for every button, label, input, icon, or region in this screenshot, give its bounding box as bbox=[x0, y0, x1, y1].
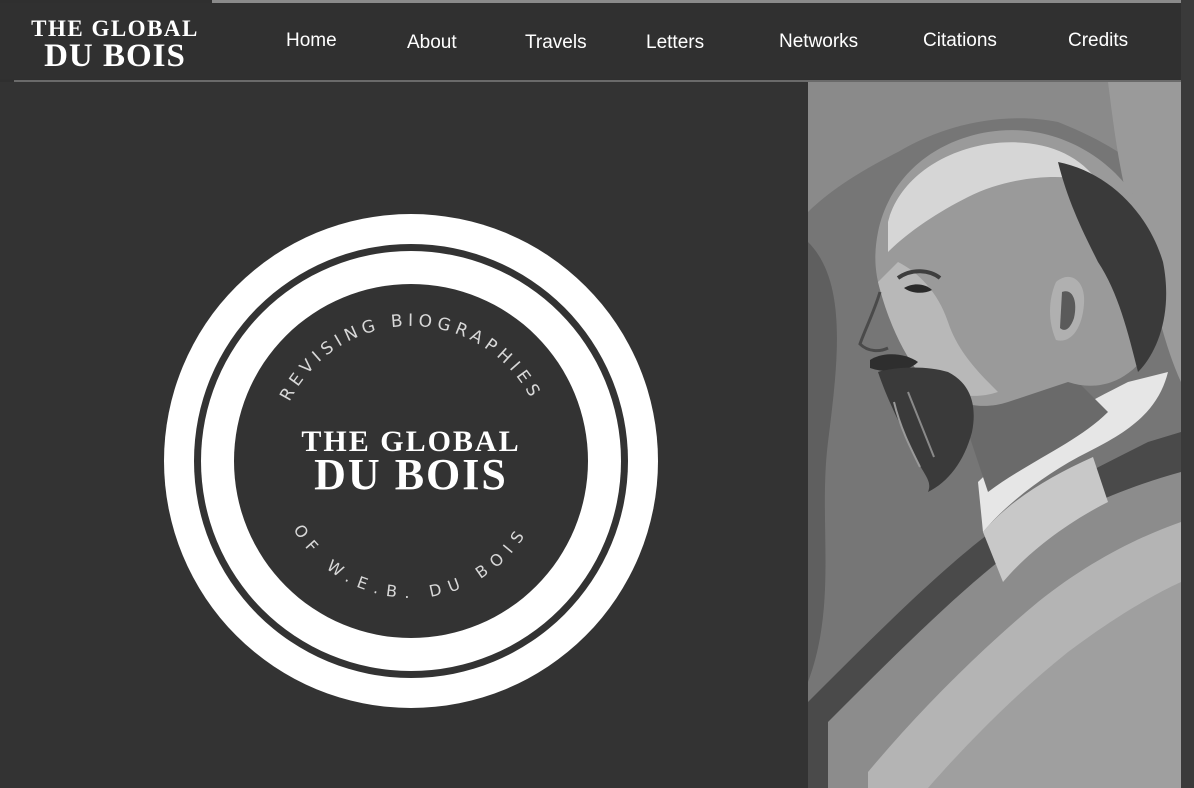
nav-home[interactable]: Home bbox=[286, 30, 337, 52]
logo-line-2: DU BOIS bbox=[44, 38, 186, 74]
nav-letters[interactable]: Letters bbox=[646, 32, 704, 54]
logo-line-1: THE GLOBAL bbox=[31, 16, 199, 41]
nav-travels[interactable]: Travels bbox=[525, 32, 587, 54]
global-du-bois-seal: REVISING BIOGRAPHIES OF W.E.B. DU BOIS T… bbox=[164, 214, 658, 708]
nav-credits[interactable]: Credits bbox=[1068, 30, 1128, 52]
portrait-illustration bbox=[808, 82, 1181, 788]
nav-networks[interactable]: Networks bbox=[779, 31, 858, 53]
right-edge-strip bbox=[1181, 0, 1194, 788]
nav-citations[interactable]: Citations bbox=[923, 30, 997, 52]
seal-title-line-2: DU BOIS bbox=[314, 450, 508, 499]
portrait-image bbox=[808, 82, 1181, 788]
site-logo[interactable]: THE GLOBAL DU BOIS bbox=[24, 17, 206, 73]
site-header: THE GLOBAL DU BOIS Home About Travels Le… bbox=[0, 3, 1194, 79]
page: THE GLOBAL DU BOIS Home About Travels Le… bbox=[0, 0, 1194, 788]
nav-about[interactable]: About bbox=[407, 32, 457, 54]
